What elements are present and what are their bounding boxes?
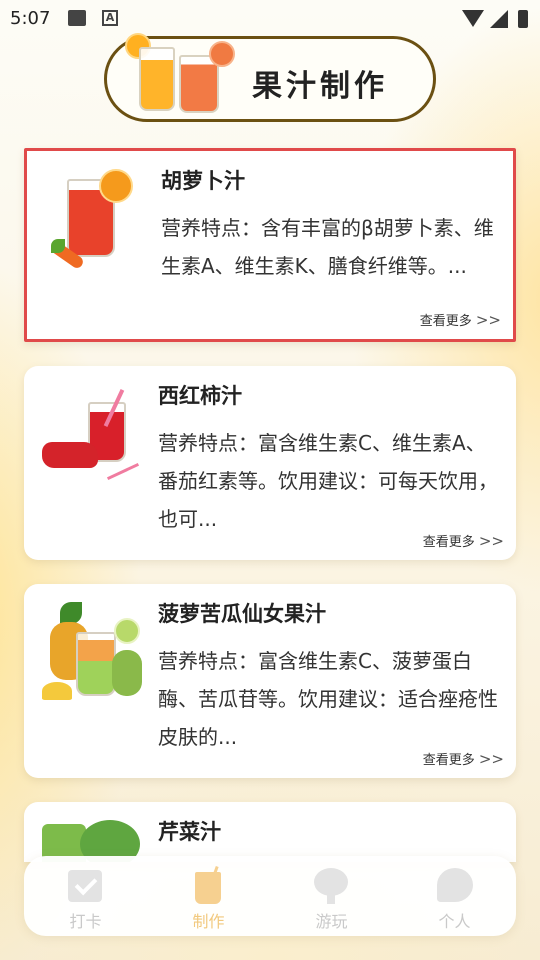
battery-icon (518, 10, 528, 28)
card-title: 胡萝卜汁 (161, 169, 245, 193)
card-title: 芹菜汁 (158, 820, 221, 844)
page-title: 果汁制作 (252, 69, 388, 104)
card-description: 营养特点：富含维生素C、维生素A、番茄红素等。饮用建议：可每天饮用，也可... (158, 431, 498, 531)
signal-icon (490, 10, 508, 28)
card-description: 营养特点：富含维生素C、菠萝蛋白酶、苦瓜苷等。饮用建议：适合痤疮性皮肤的... (158, 649, 498, 749)
tomato-pieces (42, 442, 98, 468)
juice-card-carrot[interactable]: 胡萝卜汁 营养特点：含有丰富的β胡萝卜素、维生素A、维生素K、膳食纤维等。...… (24, 148, 516, 342)
view-more-label: 查看更多 (422, 753, 475, 768)
wifi-icon (462, 10, 484, 27)
view-more-label: 查看更多 (422, 535, 475, 550)
view-more-link[interactable]: 查看更多 >> (423, 531, 504, 550)
carrot-juice-illustration (45, 169, 151, 275)
pineapple-leaves (60, 602, 82, 624)
juice-glass (76, 632, 116, 696)
card-title: 菠萝苦瓜仙女果汁 (158, 602, 326, 626)
view-more-label: 查看更多 (419, 314, 472, 329)
juice-card-tomato[interactable]: 西红柿汁 营养特点：富含维生素C、维生素A、番茄红素等。饮用建议：可每天饮用，也… (24, 366, 516, 560)
nav-item-make[interactable]: 制作 (147, 856, 270, 936)
bottom-nav: 打卡 制作 游玩 个人 (24, 856, 516, 936)
grapefruit-slice-icon (209, 41, 235, 67)
orange-slice (99, 169, 133, 203)
nav-item-play[interactable]: 游玩 (270, 856, 393, 936)
carrot-leaf (51, 239, 65, 253)
view-more-link[interactable]: 查看更多 >> (420, 310, 501, 329)
juice-card-celery[interactable]: 芹菜汁 (24, 802, 516, 862)
status-bar: 5:07 A (0, 0, 540, 36)
a-notification-icon: A (102, 10, 118, 26)
nav-item-checkin[interactable]: 打卡 (24, 856, 147, 936)
double-chevron-right-icon: >> (478, 532, 504, 550)
status-time: 5:07 (10, 8, 51, 29)
leaf-profile-icon (435, 866, 473, 904)
pineapple-juice-illustration (42, 602, 148, 708)
tree-icon (312, 866, 350, 904)
view-more-link[interactable]: 查看更多 >> (423, 749, 504, 768)
juice-cup-icon (189, 865, 227, 904)
nav-label: 个人 (438, 912, 471, 931)
nav-label: 制作 (192, 912, 225, 931)
tomato-juice-illustration (42, 384, 148, 490)
bitter-gourd (112, 650, 142, 696)
double-chevron-right-icon: >> (478, 750, 504, 768)
header-banner: 果汁制作 (104, 33, 436, 122)
juice-card-pineapple-bitter-gourd[interactable]: 菠萝苦瓜仙女果汁 营养特点：富含维生素C、菠萝蛋白酶、苦瓜苷等。饮用建议：适合痤… (24, 584, 516, 778)
card-description: 营养特点：含有丰富的β胡萝卜素、维生素A、维生素K、膳食纤维等。... (161, 216, 494, 278)
nav-label: 游玩 (315, 912, 348, 931)
nav-label: 打卡 (69, 912, 102, 931)
orange-juice-glass-icon (139, 47, 175, 111)
gourd-slice (114, 618, 140, 644)
pineapple-chunk (42, 682, 72, 700)
image-notification-icon (68, 10, 86, 26)
straw-2 (106, 462, 140, 481)
checkin-icon (66, 866, 104, 904)
double-chevron-right-icon: >> (475, 311, 501, 329)
card-title: 西红柿汁 (158, 384, 242, 408)
nav-item-profile[interactable]: 个人 (393, 856, 516, 936)
